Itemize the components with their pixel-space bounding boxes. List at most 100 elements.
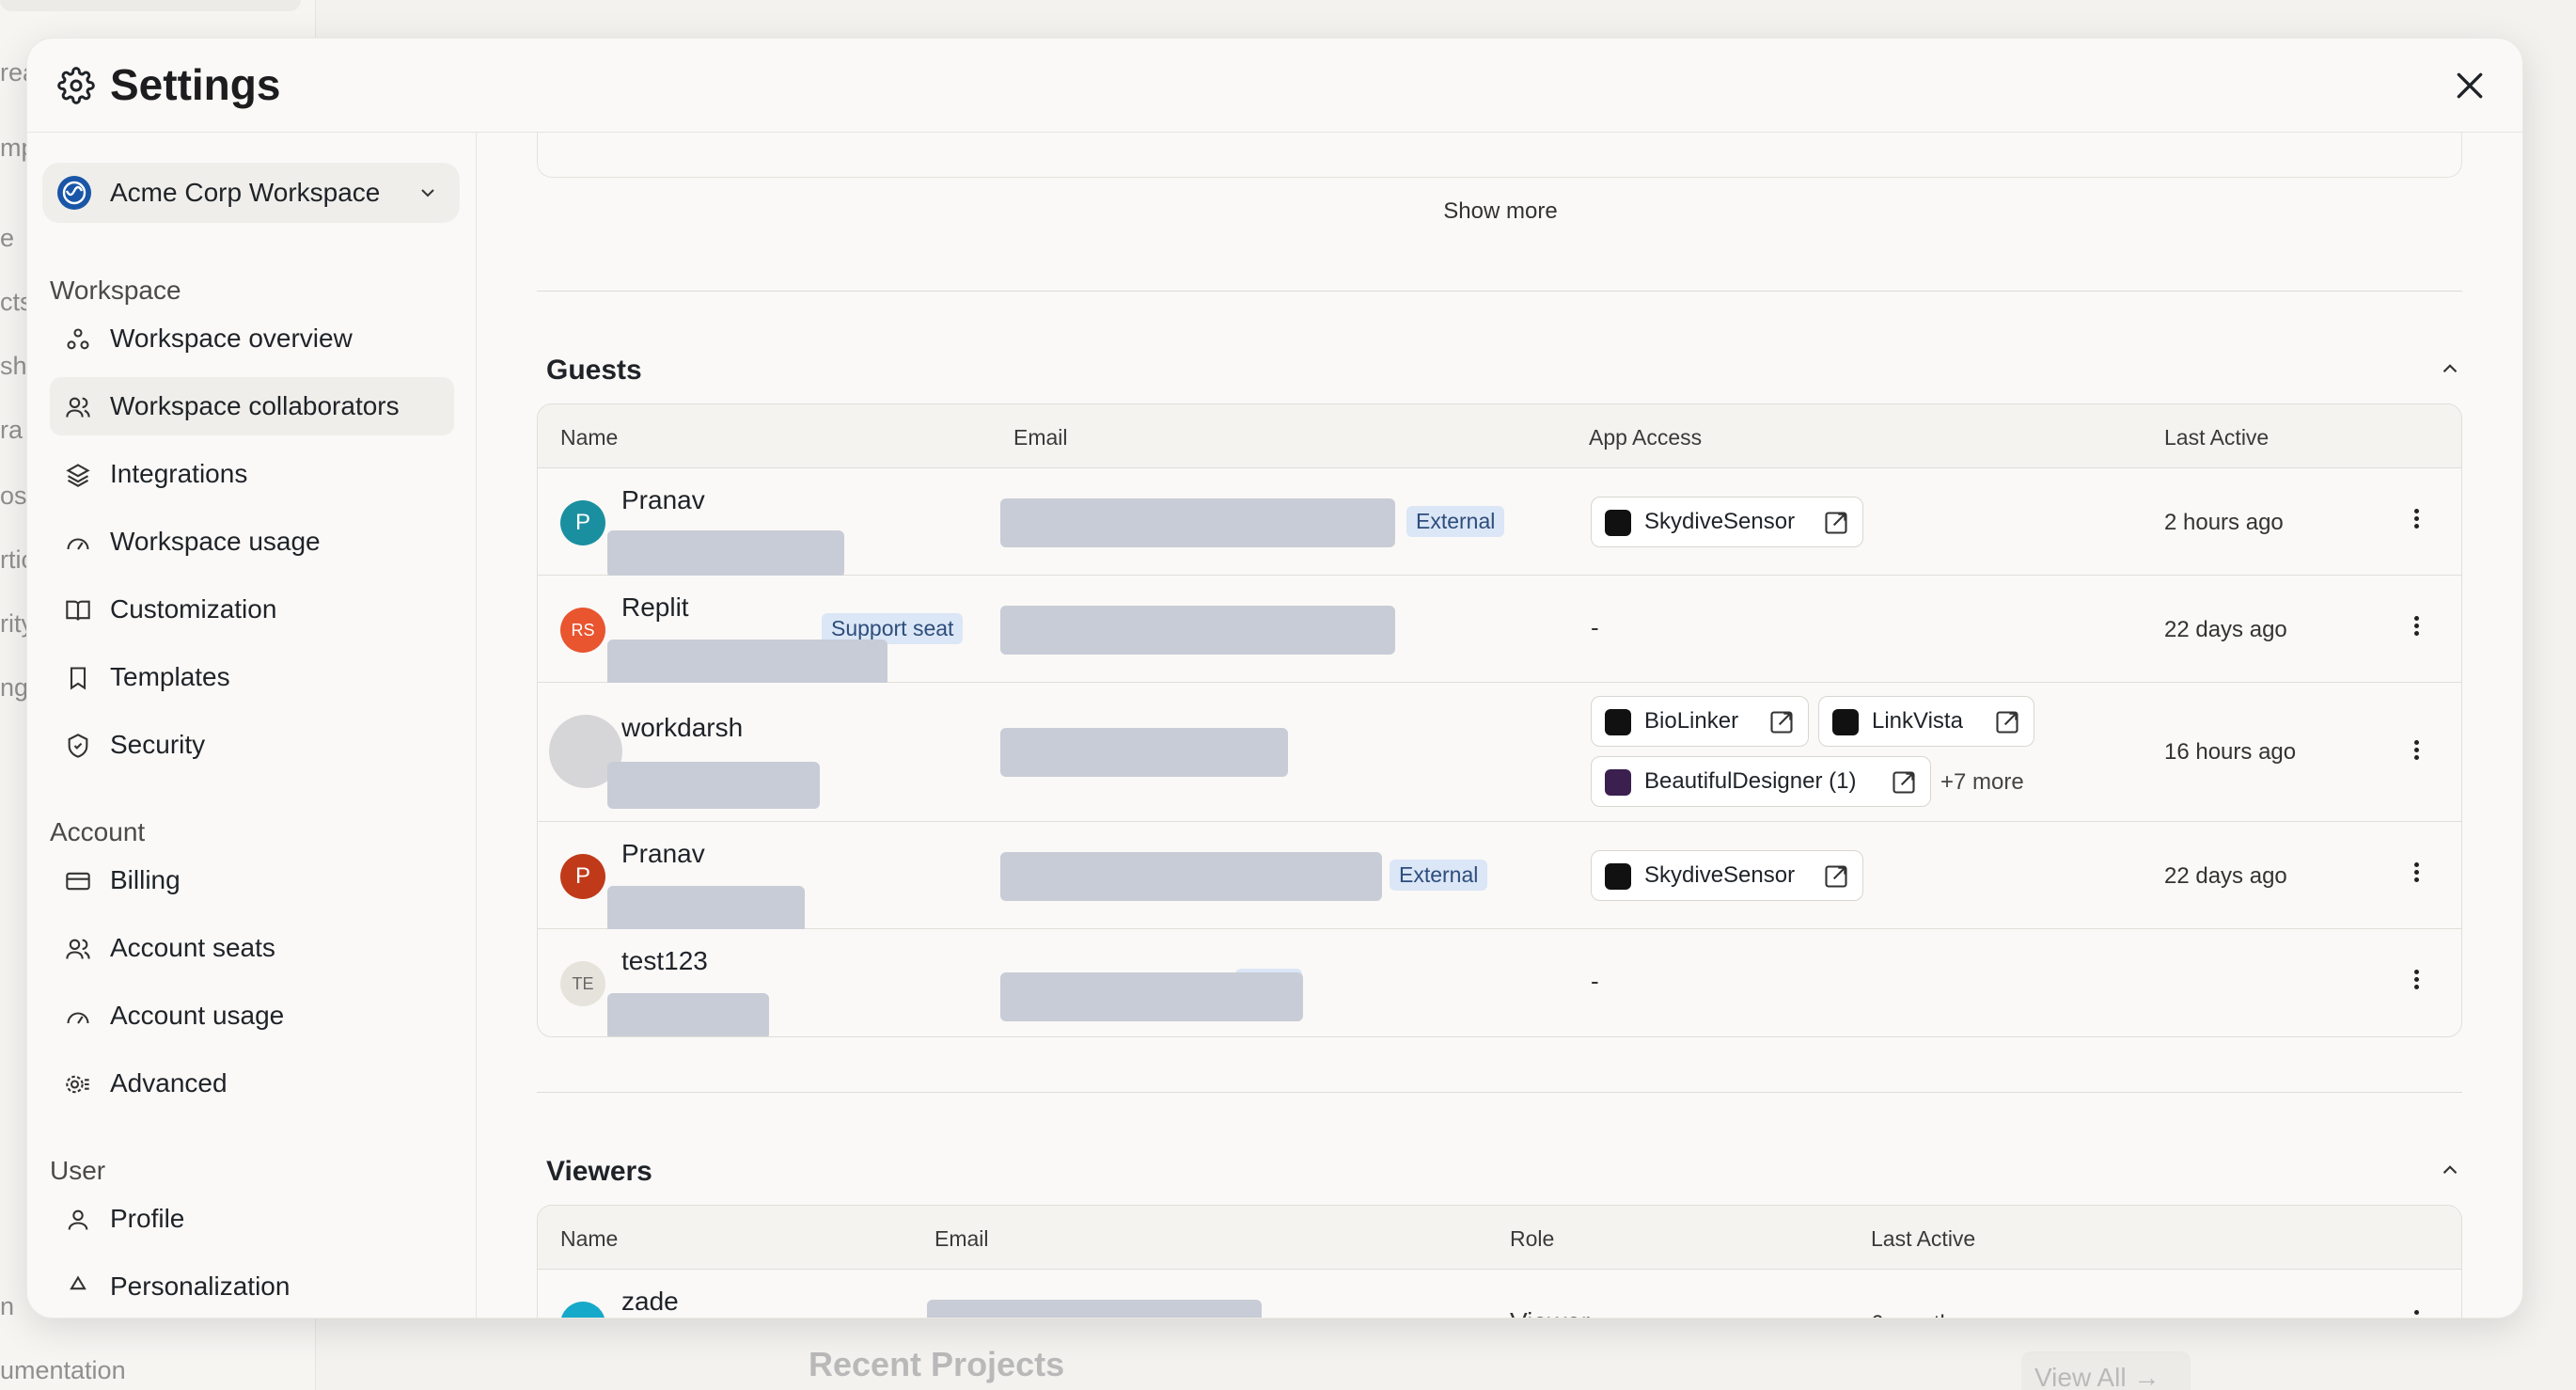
more-options-icon[interactable] bbox=[2411, 737, 2422, 766]
bookmark-icon bbox=[70, 667, 86, 690]
more-options-icon[interactable] bbox=[2411, 1307, 2422, 1318]
sidebar-item-workspace-overview[interactable]: Workspace overview bbox=[50, 309, 454, 368]
app-name: BeautifulDesigner (1) bbox=[1644, 768, 1857, 794]
gauge-icon bbox=[67, 1012, 89, 1024]
gauge-icon bbox=[67, 538, 89, 550]
section-label-user: User bbox=[50, 1156, 106, 1185]
background-text: n bbox=[0, 1292, 15, 1320]
app-name: SkydiveSensor bbox=[1644, 862, 1796, 888]
external-link-icon bbox=[1825, 512, 1847, 534]
settings-list-icon bbox=[66, 1075, 89, 1094]
more-options-icon[interactable] bbox=[2411, 613, 2422, 641]
background-text: os bbox=[0, 482, 27, 510]
sidebar-item-advanced[interactable]: Advanced bbox=[50, 1054, 454, 1113]
chevron-up-icon[interactable] bbox=[2438, 1158, 2462, 1182]
sidebar-item-label: Advanced bbox=[110, 1068, 228, 1098]
sidebar-item-billing[interactable]: Billing bbox=[50, 851, 454, 909]
sidebar-item-label: Workspace collaborators bbox=[110, 391, 400, 420]
sidebar-item-personalization[interactable]: Personalization bbox=[50, 1257, 454, 1316]
gear-icon bbox=[57, 67, 95, 104]
redacted-subtext bbox=[607, 640, 887, 687]
close-icon[interactable] bbox=[2451, 67, 2489, 104]
show-more-button[interactable]: Show more bbox=[477, 198, 2522, 225]
sidebar-item-label: Workspace usage bbox=[110, 527, 321, 556]
table-row[interactable]: ZK zade Viewer 6 months ago bbox=[538, 1270, 2461, 1318]
last-active: 16 hours ago bbox=[2164, 739, 2297, 765]
table-row[interactable]: workdarsh BioLinker LinkVista BeautifulD… bbox=[538, 683, 2461, 822]
avatar: RS bbox=[560, 608, 605, 653]
sidebar-item-label: Customization bbox=[110, 594, 277, 624]
section-label-account: Account bbox=[50, 817, 146, 846]
external-link-icon bbox=[1996, 711, 2018, 734]
guests-table: Name Email App Access Last Active P Pran… bbox=[537, 403, 2462, 1037]
designer-app-icon bbox=[1605, 769, 1631, 796]
app-name: BioLinker bbox=[1644, 708, 1739, 734]
app-chip-skydivesensor[interactable]: SkydiveSensor bbox=[1591, 497, 1863, 547]
column-header-last-active: Last Active bbox=[2164, 425, 2270, 450]
link-app-icon bbox=[1605, 709, 1631, 735]
workspace-selector[interactable]: Acme Corp Workspace bbox=[42, 163, 460, 223]
viewers-title: Viewers bbox=[546, 1156, 652, 1187]
skydive-app-icon bbox=[1605, 510, 1631, 536]
more-options-icon[interactable] bbox=[2411, 860, 2422, 888]
external-badge: External bbox=[1406, 506, 1505, 537]
sidebar-item-integrations[interactable]: Integrations bbox=[50, 445, 454, 503]
more-apps-link[interactable]: +7 more bbox=[1940, 769, 2024, 796]
redacted-email bbox=[1000, 606, 1395, 655]
sidebar-item-templates[interactable]: Templates bbox=[50, 648, 454, 706]
settings-sidebar: Acme Corp Workspace Workspace Workspace … bbox=[27, 133, 477, 1318]
sidebar-item-label: Profile bbox=[110, 1204, 185, 1233]
book-icon bbox=[66, 600, 90, 621]
table-row[interactable]: P Pranav External SkydiveSensor 2 hours … bbox=[538, 468, 2461, 577]
shield-icon bbox=[68, 734, 88, 758]
more-options-icon[interactable] bbox=[2411, 967, 2422, 995]
avatar: ZK bbox=[560, 1302, 605, 1318]
column-header-name: Name bbox=[560, 425, 619, 450]
external-link-icon bbox=[1825, 865, 1847, 888]
redacted-subtext bbox=[607, 762, 820, 809]
redacted-email bbox=[1000, 498, 1395, 547]
sidebar-item-profile[interactable]: Profile bbox=[50, 1190, 454, 1248]
settings-modal: Settings Acme Corp Workspace Workspace W… bbox=[26, 38, 2523, 1319]
sidebar-item-account-seats[interactable]: Account seats bbox=[50, 919, 454, 977]
redacted-subtext bbox=[607, 530, 844, 577]
workspace-name: Acme Corp Workspace bbox=[110, 178, 381, 207]
app-name: SkydiveSensor bbox=[1644, 509, 1796, 534]
redacted-email bbox=[927, 1300, 1262, 1318]
column-header-name: Name bbox=[560, 1226, 619, 1251]
avatar: P bbox=[560, 500, 605, 545]
chevron-up-icon[interactable] bbox=[2438, 356, 2462, 381]
chevron-down-icon bbox=[421, 189, 434, 197]
no-app-access: - bbox=[1591, 613, 1599, 641]
table-row[interactable]: RS Replit Support seat - 22 days ago bbox=[538, 576, 2461, 687]
app-chip-biolinker[interactable]: BioLinker bbox=[1591, 696, 1809, 747]
app-chip-linkvista[interactable]: LinkVista bbox=[1818, 696, 2034, 747]
credit-card-icon bbox=[66, 872, 90, 891]
background-text: sh bbox=[0, 352, 27, 380]
sidebar-item-label: Personalization bbox=[110, 1272, 291, 1301]
external-badge: External bbox=[1390, 860, 1488, 891]
sidebar-item-workspace-usage[interactable]: Workspace usage bbox=[50, 513, 454, 571]
sidebar-item-workspace-collaborators[interactable]: Workspace collaborators bbox=[50, 377, 454, 435]
table-row[interactable]: TE test123 nal - bbox=[538, 929, 2461, 1036]
sidebar-item-label: Billing bbox=[110, 865, 181, 894]
external-link-icon bbox=[1893, 771, 1915, 794]
column-header-email: Email bbox=[935, 1226, 989, 1251]
sidebar-item-security[interactable]: Security bbox=[50, 716, 454, 774]
divider bbox=[537, 1092, 2462, 1093]
background-text: ra bbox=[0, 416, 24, 444]
sidebar-item-label: Account usage bbox=[110, 1001, 285, 1030]
redacted-email bbox=[1000, 728, 1288, 777]
background-text: e bbox=[0, 224, 15, 252]
table-row[interactable]: P Pranav External SkydiveSensor 22 days … bbox=[538, 822, 2461, 933]
sidebar-item-label: Account seats bbox=[110, 933, 275, 962]
more-options-icon[interactable] bbox=[2411, 506, 2422, 534]
app-chip-beautifuldesigner[interactable]: BeautifulDesigner (1) bbox=[1591, 756, 1931, 807]
redacted-subtext bbox=[607, 886, 805, 933]
sidebar-item-account-usage[interactable]: Account usage bbox=[50, 987, 454, 1045]
sidebar-item-customization[interactable]: Customization bbox=[50, 580, 454, 639]
background-topbar bbox=[0, 0, 301, 11]
sidebar-item-label: Security bbox=[110, 730, 206, 759]
redacted-subtext bbox=[607, 993, 769, 1036]
app-chip-skydivesensor[interactable]: SkydiveSensor bbox=[1591, 850, 1863, 901]
